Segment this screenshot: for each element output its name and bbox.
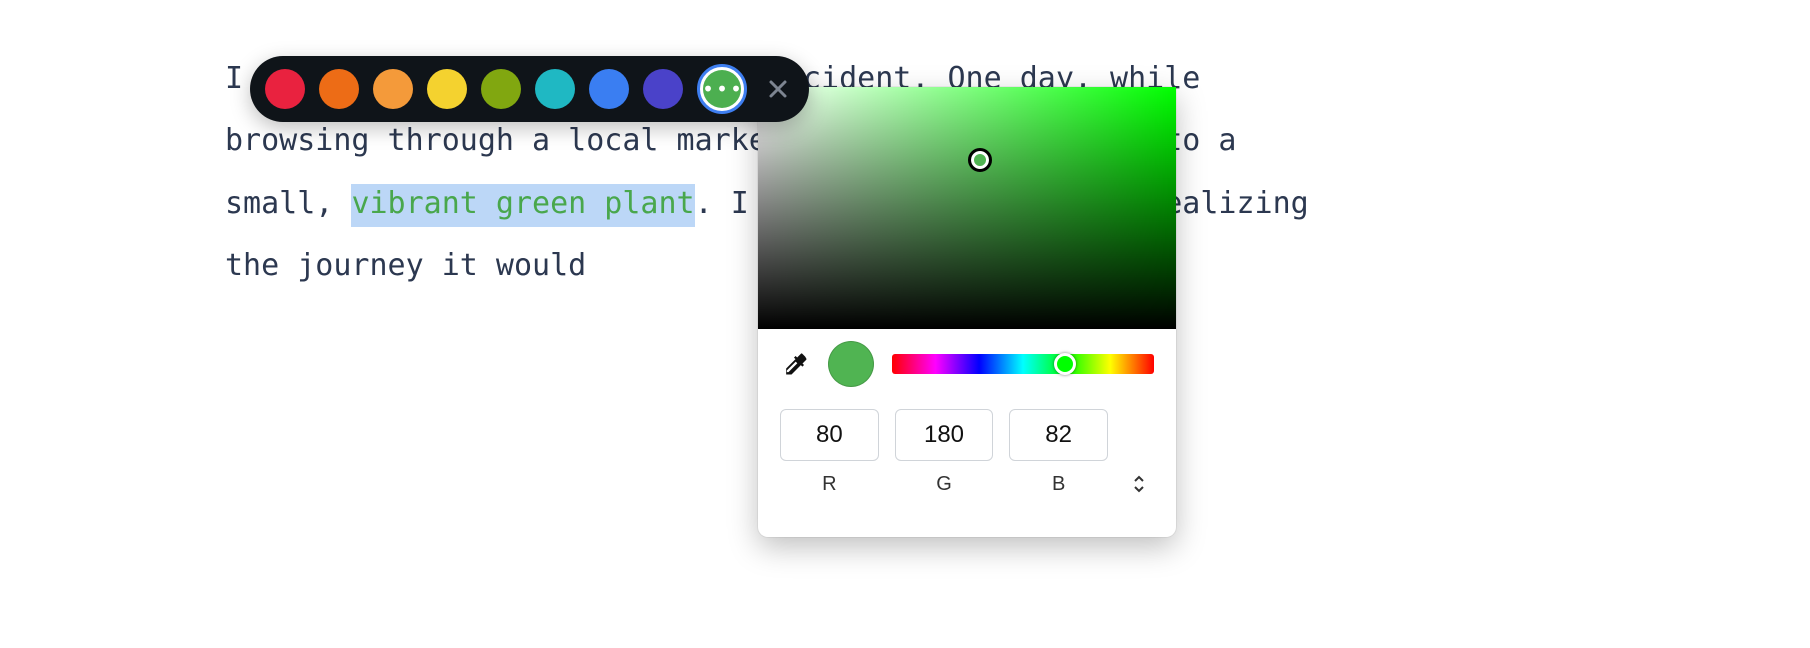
swatch-yellow[interactable] xyxy=(427,69,467,109)
hue-handle[interactable] xyxy=(1054,353,1076,375)
highlighted-text: vibrant green plant xyxy=(351,186,694,221)
color-swatch-toolbar: ••• xyxy=(250,56,809,122)
g-label: G xyxy=(936,473,952,496)
swatch-red[interactable] xyxy=(265,69,305,109)
color-picker-panel: R G B xyxy=(758,87,1176,537)
color-preview xyxy=(828,341,874,387)
g-input[interactable] xyxy=(895,409,994,461)
close-toolbar-button[interactable] xyxy=(765,76,791,102)
selected-text-highlight[interactable]: vibrant green plant xyxy=(351,184,694,227)
picker-controls: R G B xyxy=(758,329,1176,514)
hue-slider[interactable] xyxy=(892,354,1154,374)
color-mode-switch[interactable] xyxy=(1124,409,1154,496)
more-colors-button[interactable]: ••• xyxy=(697,64,747,114)
r-input[interactable] xyxy=(780,409,879,461)
sv-handle[interactable] xyxy=(968,148,992,172)
swatch-cyan[interactable] xyxy=(535,69,575,109)
saturation-value-area[interactable] xyxy=(758,87,1176,329)
r-label: R xyxy=(822,473,836,496)
more-colors-inner: ••• xyxy=(703,70,741,108)
swatch-indigo[interactable] xyxy=(643,69,683,109)
swatch-orange[interactable] xyxy=(319,69,359,109)
dots-icon: ••• xyxy=(702,79,744,99)
eyedropper-button[interactable] xyxy=(780,349,810,379)
swatch-olive[interactable] xyxy=(481,69,521,109)
swatch-light-orange[interactable] xyxy=(373,69,413,109)
sv-black-gradient xyxy=(758,87,1176,329)
eyedropper-icon xyxy=(781,350,809,378)
chevron-updown-icon xyxy=(1132,474,1146,494)
b-label: B xyxy=(1052,473,1065,496)
swatch-blue[interactable] xyxy=(589,69,629,109)
close-icon xyxy=(768,79,788,99)
b-input[interactable] xyxy=(1009,409,1108,461)
